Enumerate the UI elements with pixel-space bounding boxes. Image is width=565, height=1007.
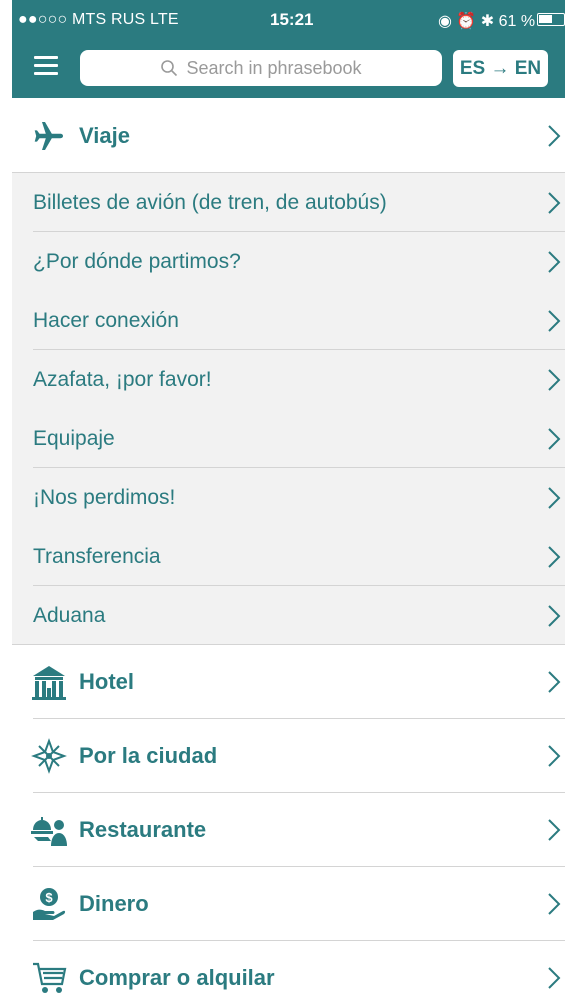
subcategory-label: Azafata, ¡por favor! [33,367,212,391]
compass-icon [29,736,69,776]
chevron-right-icon [548,191,561,214]
chevron-right-icon [548,368,561,391]
chevron-right-icon [548,893,561,915]
category-comprar-o-alquilar[interactable]: Comprar o alquilar [12,941,565,1007]
search-icon [161,60,178,77]
subcategory-item[interactable]: Transferencia [12,527,565,586]
subcategory-label: Aduana [33,603,106,627]
phrasebook-list: Viaje Billetes de avión (de tren, de aut… [12,98,565,1007]
chevron-right-icon [548,427,561,450]
restaurant-icon [29,810,69,850]
subcategory-item[interactable]: Aduana [12,586,565,645]
category-label: Dinero [79,891,149,916]
svg-text:$: $ [45,890,53,905]
clock: 15:21 [270,10,314,29]
category-restaurante[interactable]: Restaurante [12,793,565,867]
subcategory-item[interactable]: ¿Por dónde partimos? [12,232,565,291]
subcategory-label: Transferencia [33,544,161,568]
app-bar: ●●○○○ MTS RUS LTE 15:21 ◉ ⏰ ✱ 61 % Searc… [12,0,565,98]
chevron-right-icon [548,671,561,693]
subcategory-label: ¿Por dónde partimos? [33,249,241,273]
hamburger-icon [34,56,58,59]
category-por-la-ciudad[interactable]: Por la ciudad [12,719,565,793]
search-input[interactable]: Search in phrasebook [80,50,442,86]
chevron-right-icon [548,819,561,841]
carrier-label: ●●○○○ MTS RUS LTE [18,11,179,28]
money-icon: $ [29,884,69,924]
chevron-right-icon [548,545,561,568]
subcategory-label: Hacer conexión [33,308,179,332]
subcategory-item[interactable]: Hacer conexión [12,291,565,350]
search-placeholder: Search in phrasebook [186,57,362,78]
category-dinero[interactable]: $ Dinero [12,867,565,941]
chevron-right-icon [548,124,561,147]
subcategory-item[interactable]: Equipaje [12,409,565,468]
subcategory-label: ¡Nos perdimos! [33,485,176,509]
category-label: Comprar o alquilar [79,965,275,990]
subcategory-label: Billetes de avión (de tren, de autobús) [33,190,387,214]
hotel-icon [29,662,69,702]
category-label: Restaurante [79,817,207,842]
subcategory-item[interactable]: ¡Nos perdimos! [12,468,565,527]
subcategory-item[interactable]: Azafata, ¡por favor! [12,350,565,409]
status-bar: ●●○○○ MTS RUS LTE 15:21 ◉ ⏰ ✱ 61 % [12,0,565,36]
category-label: Viaje [79,122,130,148]
chevron-right-icon [548,604,561,627]
language-toggle-button[interactable]: ES → EN [453,50,548,87]
menu-button[interactable] [34,56,58,78]
subcategory-item[interactable]: Billetes de avión (de tren, de autobús) [12,173,565,232]
chevron-right-icon [548,967,561,989]
chevron-right-icon [548,250,561,273]
airplane-icon [29,116,69,156]
subcategory-label: Equipaje [33,426,115,450]
shopping-cart-icon [29,958,69,998]
category-viaje[interactable]: Viaje [12,98,565,173]
chevron-right-icon [548,486,561,509]
battery-level [539,15,553,23]
status-indicators: ◉ ⏰ ✱ 61 % [438,13,536,30]
category-hotel[interactable]: Hotel [12,645,565,719]
category-label: Hotel [79,669,134,694]
category-label: Por la ciudad [79,743,218,768]
chevron-right-icon [548,309,561,332]
chevron-right-icon [548,745,561,767]
battery-icon [537,13,565,26]
